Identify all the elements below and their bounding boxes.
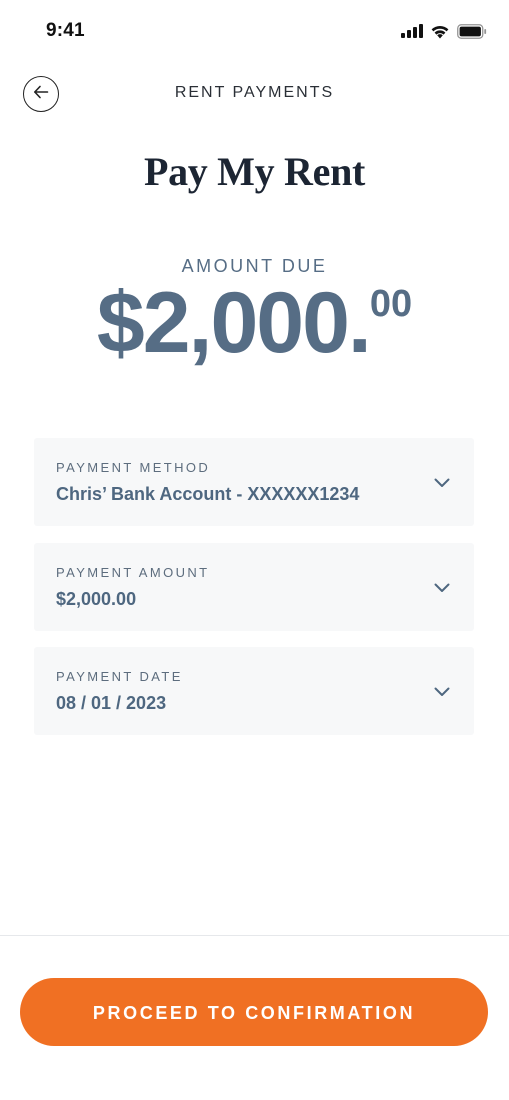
wifi-icon (430, 24, 450, 39)
chevron-down-icon[interactable] (434, 475, 450, 493)
status-icons (401, 22, 487, 40)
footer-divider (0, 935, 509, 936)
field-label: PAYMENT AMOUNT (56, 565, 210, 580)
amount-due-value: $2,000.00 (0, 280, 509, 366)
proceed-to-confirmation-button[interactable]: PROCEED TO CONFIRMATION (20, 978, 488, 1046)
battery-icon (457, 23, 487, 39)
payment-date-field[interactable]: PAYMENT DATE 08 / 01 / 2023 (34, 647, 474, 735)
payment-method-field[interactable]: PAYMENT METHOD Chris’ Bank Account - XXX… (34, 438, 474, 526)
status-time: 9:41 (46, 20, 85, 41)
status-bar: 9:41 (0, 0, 509, 60)
field-label: PAYMENT DATE (56, 669, 183, 684)
chevron-down-icon[interactable] (434, 580, 450, 598)
field-label: PAYMENT METHOD (56, 460, 211, 475)
amount-due-cents: 00 (369, 283, 413, 325)
amount-due-label: AMOUNT DUE (181, 256, 328, 276)
amount-due-main: $2,000. (96, 275, 372, 371)
payment-amount-field[interactable]: PAYMENT AMOUNT $2,000.00 (34, 543, 474, 631)
chevron-down-icon[interactable] (434, 684, 450, 702)
nav-title: RENT PAYMENTS (174, 84, 335, 101)
page-title: Pay My Rent (143, 149, 366, 194)
field-value: $2,000.00 (56, 589, 137, 609)
field-value: Chris’ Bank Account - XXXXXX1234 (56, 484, 360, 504)
cellular-signal-icon (401, 24, 423, 38)
field-value: 08 / 01 / 2023 (56, 693, 167, 713)
